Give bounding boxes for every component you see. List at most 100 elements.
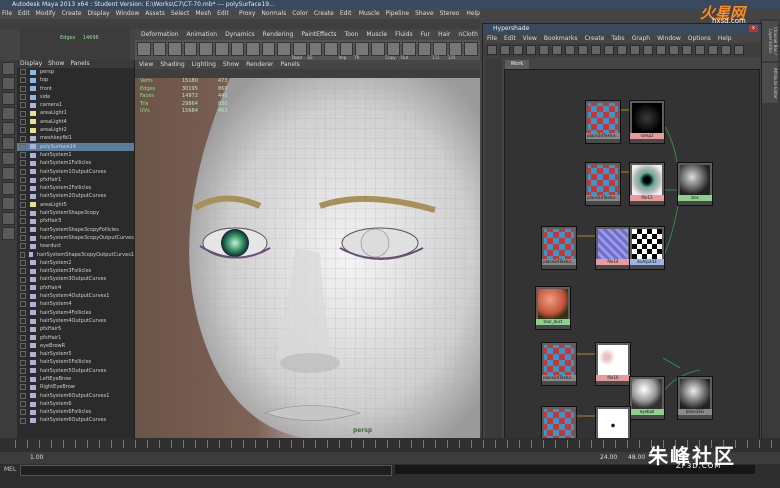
shader-node[interactable]: place2dTextur...	[541, 342, 577, 386]
list-item[interactable]: pfxHair4	[17, 284, 134, 292]
shelf-tool-icon[interactable]	[230, 42, 245, 56]
hypershade-menu-item[interactable]: View	[523, 34, 537, 43]
move-tool-icon[interactable]	[2, 107, 15, 120]
shader-node[interactable]: file14	[595, 226, 631, 270]
expand-icon[interactable]	[20, 168, 26, 175]
shelf-tab[interactable]: Fluids	[393, 30, 415, 40]
hypershade-menu-item[interactable]: Options	[688, 34, 711, 43]
list-item[interactable]: areaLight2	[17, 126, 134, 134]
expand-icon[interactable]	[20, 77, 26, 84]
expand-icon[interactable]	[20, 226, 26, 233]
menu-item[interactable]: Edit Mesh	[217, 9, 233, 27]
shader-node[interactable]: ramp2	[629, 100, 665, 144]
list-item[interactable]: LeftEyeBrow	[17, 375, 134, 383]
expand-icon[interactable]	[20, 259, 26, 266]
hypershade-tool-icon[interactable]	[656, 45, 666, 55]
shelf-tool-icon[interactable]: 111	[432, 42, 447, 60]
shelf-tab[interactable]: PaintEffects	[299, 30, 338, 40]
list-item[interactable]: hairSystem1	[17, 151, 134, 159]
list-item[interactable]: persp	[17, 68, 134, 76]
list-item[interactable]: hairSystem4OutputCurves1	[17, 292, 134, 300]
shelf-tab[interactable]: Rendering	[261, 30, 296, 40]
list-item[interactable]: hairSystem6Follicles	[17, 408, 134, 416]
rotate-tool-icon[interactable]	[2, 122, 15, 135]
menu-item[interactable]: Stereo Select	[440, 9, 461, 27]
expand-icon[interactable]	[20, 94, 26, 101]
shader-node[interactable]: blinn3SG	[677, 376, 713, 420]
expand-icon[interactable]	[20, 193, 26, 200]
shelf-tool-icon[interactable]	[464, 42, 479, 56]
list-item[interactable]: hairSystem5	[17, 350, 134, 358]
list-item[interactable]: hairSystemShape3copyOutputCurves	[17, 234, 134, 242]
shader-node[interactable]: file16	[595, 342, 631, 386]
hypershade-menu-item[interactable]: Help	[718, 34, 732, 43]
expand-icon[interactable]	[20, 309, 26, 316]
expand-icon[interactable]	[20, 143, 26, 150]
shelf-tool-icon[interactable]: Road	[292, 42, 307, 60]
expand-icon[interactable]	[20, 326, 26, 333]
shelf-tool-icon[interactable]	[370, 42, 385, 56]
range-max[interactable]: 48.00	[628, 454, 645, 461]
shelf-tool-icon[interactable]	[199, 42, 213, 56]
layout-single-icon[interactable]	[2, 182, 15, 195]
shelf-tab[interactable]: Muscle	[364, 30, 389, 40]
shader-node[interactable]: place2dTextur...	[585, 100, 621, 144]
shelf-tab[interactable]: Deformation	[139, 30, 180, 40]
expand-icon[interactable]	[20, 177, 26, 183]
shelf-tool-icon[interactable]	[137, 42, 151, 56]
node-port-bar[interactable]	[586, 201, 620, 205]
shelf-tab[interactable]: Hair	[436, 30, 452, 40]
list-item[interactable]: camera1	[17, 101, 134, 109]
menu-item[interactable]: Proxy	[239, 9, 255, 19]
list-item[interactable]: hairSystem2Follicles	[17, 184, 134, 192]
list-item[interactable]: pfxHair5	[17, 325, 134, 333]
hypershade-menu-item[interactable]: Bookmarks	[544, 34, 578, 43]
shelf-tool-icon[interactable]	[261, 42, 276, 56]
outliner-menu-item[interactable]: Display	[20, 60, 42, 68]
hypershade-tool-icon[interactable]	[604, 45, 614, 55]
menu-item[interactable]: File	[2, 9, 12, 19]
hypershade-menu-item[interactable]: Edit	[504, 34, 516, 43]
list-item[interactable]: hairSystem4OutputCurves	[17, 317, 134, 325]
shelf-tool-icon[interactable]	[324, 42, 338, 56]
node-port-bar[interactable]	[596, 265, 630, 269]
hypershade-tool-icon[interactable]	[539, 45, 549, 55]
shelf-tool-icon[interactable]: 135	[448, 42, 463, 60]
hypershade-tool-icon[interactable]	[513, 45, 523, 55]
hypershade-tool-icon[interactable]	[734, 45, 744, 55]
list-item[interactable]: hairSystem6OutputCurves	[17, 416, 134, 424]
node-port-bar[interactable]	[630, 415, 664, 419]
layout-four-icon[interactable]	[2, 197, 15, 210]
expand-icon[interactable]	[20, 417, 26, 424]
list-item[interactable]: hairSystem6OutputCurves1	[17, 392, 134, 400]
shelf-tool-icon[interactable]	[417, 42, 432, 56]
shelf-tab[interactable]: Toon	[343, 30, 361, 40]
viewport-menu-item[interactable]: View	[139, 60, 153, 69]
expand-icon[interactable]	[20, 409, 26, 416]
hypershade-tool-icon[interactable]	[695, 45, 705, 55]
node-port-bar[interactable]	[542, 381, 576, 385]
shader-node[interactable]: place2dTextur...	[541, 226, 577, 270]
node-port-bar[interactable]	[678, 415, 712, 419]
expand-icon[interactable]	[20, 318, 26, 325]
menu-item[interactable]: Window	[116, 9, 140, 19]
expand-icon[interactable]	[20, 251, 25, 258]
expand-icon[interactable]	[20, 160, 26, 167]
range-end[interactable]: 24.00	[600, 454, 617, 461]
hypershade-tool-icon[interactable]	[552, 45, 562, 55]
hypershade-menu-item[interactable]: Window	[657, 34, 681, 43]
menu-item[interactable]: Display	[88, 9, 110, 19]
list-item[interactable]: front	[17, 85, 134, 93]
shelf-tool-icon[interactable]: Copy	[386, 42, 401, 60]
shelf-tab[interactable]: nCloth	[456, 30, 480, 40]
shelf-tool-icon[interactable]: ES	[308, 42, 323, 60]
select-tool-icon[interactable]	[2, 62, 15, 75]
list-item[interactable]: hairSystem3Follicles	[17, 267, 134, 275]
expand-icon[interactable]	[20, 152, 26, 159]
menu-item[interactable]: Muscle	[359, 9, 380, 19]
viewport-menu-item[interactable]: Shading	[160, 60, 184, 69]
expand-icon[interactable]	[20, 210, 26, 217]
viewport-menu-item[interactable]: Renderer	[246, 60, 273, 69]
node-port-bar[interactable]	[596, 381, 630, 385]
shader-node[interactable]: tear_duct	[535, 286, 571, 330]
